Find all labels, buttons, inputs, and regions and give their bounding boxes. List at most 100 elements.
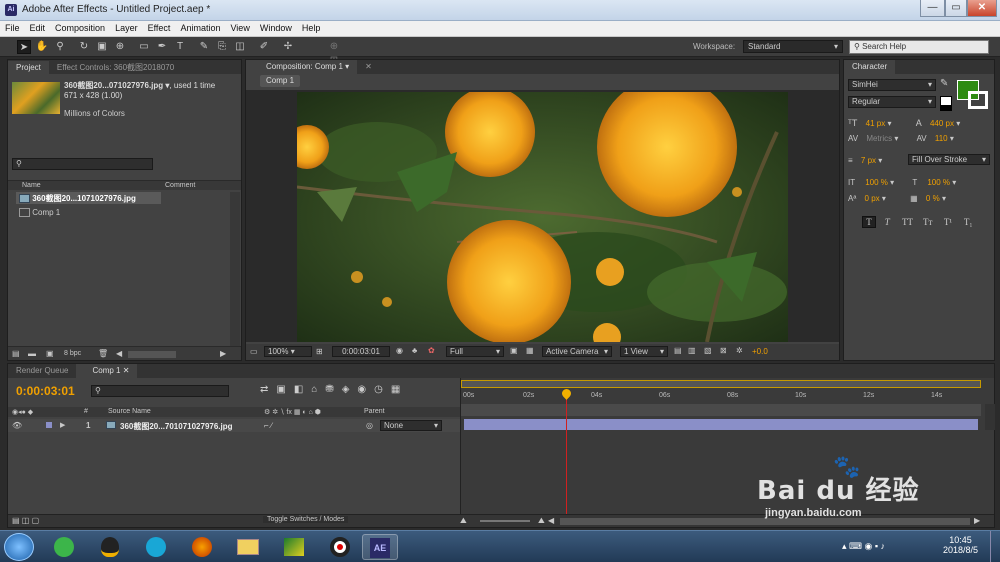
- channel-icon[interactable]: ✿: [428, 346, 435, 355]
- stroke-color-swatch[interactable]: [968, 91, 988, 109]
- expand-triangle-icon[interactable]: ▶: [60, 421, 65, 429]
- layer-row-1[interactable]: 👁 ▶ 1 360截图20...701071027976.jpg ⌐ ∕ ◎ N…: [8, 419, 460, 432]
- eyedropper-icon[interactable]: ✎: [940, 78, 948, 89]
- menu-file[interactable]: File: [0, 21, 25, 33]
- tab-character[interactable]: Character: [844, 60, 896, 74]
- camera-tool-icon[interactable]: ▣: [95, 40, 109, 54]
- white-swatch[interactable]: [940, 96, 952, 106]
- new-comp-icon[interactable]: ▣: [46, 349, 54, 358]
- hand-tool-icon[interactable]: ✋: [35, 40, 49, 54]
- comp-timecode[interactable]: 0:00:03:01: [332, 346, 390, 357]
- tab-project[interactable]: Project: [8, 61, 49, 75]
- zoom-tool-icon[interactable]: ⚲: [53, 40, 67, 54]
- scroll-right-icon[interactable]: ▶: [220, 349, 226, 358]
- comp-viewer[interactable]: [246, 90, 839, 342]
- project-item-footage[interactable]: 360截图20...1071027976.jpg: [16, 192, 161, 204]
- always-preview-icon[interactable]: ▭: [250, 347, 258, 356]
- eraser-tool-icon[interactable]: ◫: [233, 40, 247, 54]
- comp-sub-tab[interactable]: Comp 1: [260, 75, 301, 87]
- toggle-pixel-aspect-icon[interactable]: ▤: [674, 346, 682, 355]
- close-button[interactable]: ✕: [967, 0, 997, 17]
- all-caps-button[interactable]: TT: [899, 217, 917, 227]
- scroll-left-icon[interactable]: ◀: [116, 349, 122, 358]
- taskbar-recorder[interactable]: [322, 534, 358, 560]
- timeline-zoom-slider[interactable]: [480, 520, 530, 522]
- taskbar-explorer[interactable]: [230, 534, 266, 560]
- menu-animation[interactable]: Animation: [175, 21, 225, 33]
- layer-name[interactable]: 360截图20...701071027976.jpg: [120, 421, 233, 432]
- search-help-input[interactable]: ⚲ Search Help: [849, 40, 989, 54]
- work-area-track[interactable]: [461, 404, 981, 416]
- timeline-search-input[interactable]: ⚲: [91, 385, 229, 397]
- baseline-value[interactable]: 0 px: [865, 194, 880, 203]
- snapshot-icon[interactable]: ◉: [396, 346, 403, 355]
- interpret-footage-icon[interactable]: ▤: [12, 349, 20, 358]
- font-style-select[interactable]: Regular ▾: [848, 96, 936, 108]
- show-snapshot-icon[interactable]: ♣: [412, 346, 417, 355]
- menu-window[interactable]: Window: [255, 21, 297, 33]
- show-desktop-button[interactable]: [990, 531, 1000, 562]
- tray-clock[interactable]: 10:45 2018/8/5: [943, 535, 978, 555]
- kerning-value[interactable]: Metrics: [866, 134, 892, 143]
- toggle-switches-modes-button[interactable]: Toggle Switches / Modes: [263, 516, 349, 523]
- vertical-scale-value[interactable]: 100 %: [865, 178, 888, 187]
- parent-select[interactable]: None ▾: [380, 420, 442, 431]
- tab-effect-controls[interactable]: Effect Controls: 360截图2018070: [49, 60, 182, 74]
- time-ruler[interactable]: 00s 02s 04s 06s 08s 10s 12s 14s: [461, 390, 995, 402]
- timeline-icon[interactable]: ▧: [704, 346, 712, 355]
- tracking-value[interactable]: 110: [935, 134, 948, 143]
- col-name[interactable]: Name: [22, 182, 41, 189]
- exposure-icon[interactable]: ✲: [736, 346, 743, 355]
- font-family-select[interactable]: SimHei ▾: [848, 79, 936, 91]
- col-source-name[interactable]: Source Name: [108, 408, 151, 415]
- leading-value[interactable]: 440 px: [930, 119, 954, 128]
- menu-composition[interactable]: Composition: [50, 21, 110, 33]
- safe-zones-icon[interactable]: ⊞: [316, 347, 323, 356]
- project-search-input[interactable]: ⚲: [12, 158, 153, 170]
- zoom-select[interactable]: 100% ▾: [264, 346, 312, 357]
- stroke-width-value[interactable]: 7 px: [861, 156, 876, 165]
- rectangle-tool-icon[interactable]: ▭: [137, 40, 151, 54]
- close-tab-icon[interactable]: ✕: [357, 60, 380, 74]
- footage-name[interactable]: 360截图20...071027976.jpg ▾: [64, 81, 169, 90]
- trash-icon[interactable]: 🗑: [98, 349, 108, 358]
- superscript-button[interactable]: T¹: [939, 217, 957, 227]
- fast-previews-icon[interactable]: ▥: [688, 346, 696, 355]
- menu-edit[interactable]: Edit: [25, 21, 51, 33]
- tab-render-queue[interactable]: Render Queue: [8, 364, 76, 378]
- taskbar-after-effects[interactable]: AE: [362, 534, 398, 560]
- menu-help[interactable]: Help: [297, 21, 326, 33]
- views-select[interactable]: 1 View ▾: [620, 346, 668, 357]
- subscript-button[interactable]: T₁: [959, 217, 977, 227]
- black-swatch[interactable]: [940, 106, 952, 111]
- tray-icons[interactable]: ▴ ⌨ ◉ ▪ ♪: [842, 541, 885, 552]
- stroke-mode-select[interactable]: Fill Over Stroke ▾: [908, 154, 990, 165]
- visibility-eye-icon[interactable]: 👁: [12, 421, 22, 430]
- font-size-value[interactable]: 41 px: [866, 119, 886, 128]
- work-area-bar[interactable]: [461, 380, 981, 388]
- clone-stamp-tool-icon[interactable]: ⎘: [215, 40, 229, 54]
- timeline-switch-icons[interactable]: ⇄▣◧⌂⛃◈◉◷▦: [260, 384, 408, 395]
- selection-tool-icon[interactable]: ➤: [17, 40, 31, 54]
- taskbar-360-browser[interactable]: [46, 534, 82, 560]
- scroll-left-icon[interactable]: ◀: [548, 516, 554, 525]
- tab-comp-1[interactable]: Comp 1 ✕: [76, 364, 138, 378]
- menu-effect[interactable]: Effect: [143, 21, 176, 33]
- bpc-toggle[interactable]: 8 bpc: [64, 350, 81, 357]
- start-button[interactable]: [4, 533, 34, 561]
- puppet-pin-tool-icon[interactable]: ✢: [281, 40, 295, 54]
- roto-brush-tool-icon[interactable]: ✐: [257, 40, 271, 54]
- layer-duration-bar[interactable]: [464, 419, 978, 430]
- taskbar-firefox[interactable]: [184, 534, 220, 560]
- faux-bold-button[interactable]: T: [862, 216, 876, 228]
- resolution-select[interactable]: Full ▾: [446, 346, 504, 357]
- current-time-indicator[interactable]: [560, 387, 573, 514]
- pan-behind-tool-icon[interactable]: ⊕: [113, 40, 127, 54]
- type-tool-icon[interactable]: T: [173, 40, 187, 54]
- transparency-grid-icon[interactable]: ▦: [526, 346, 534, 355]
- pick-whip-icon[interactable]: ◎: [366, 421, 373, 430]
- faux-italic-button[interactable]: T: [878, 217, 896, 227]
- minimize-button[interactable]: —: [920, 0, 945, 17]
- col-parent[interactable]: Parent: [364, 408, 385, 415]
- tab-composition[interactable]: Composition: Comp 1 ▾: [246, 60, 358, 74]
